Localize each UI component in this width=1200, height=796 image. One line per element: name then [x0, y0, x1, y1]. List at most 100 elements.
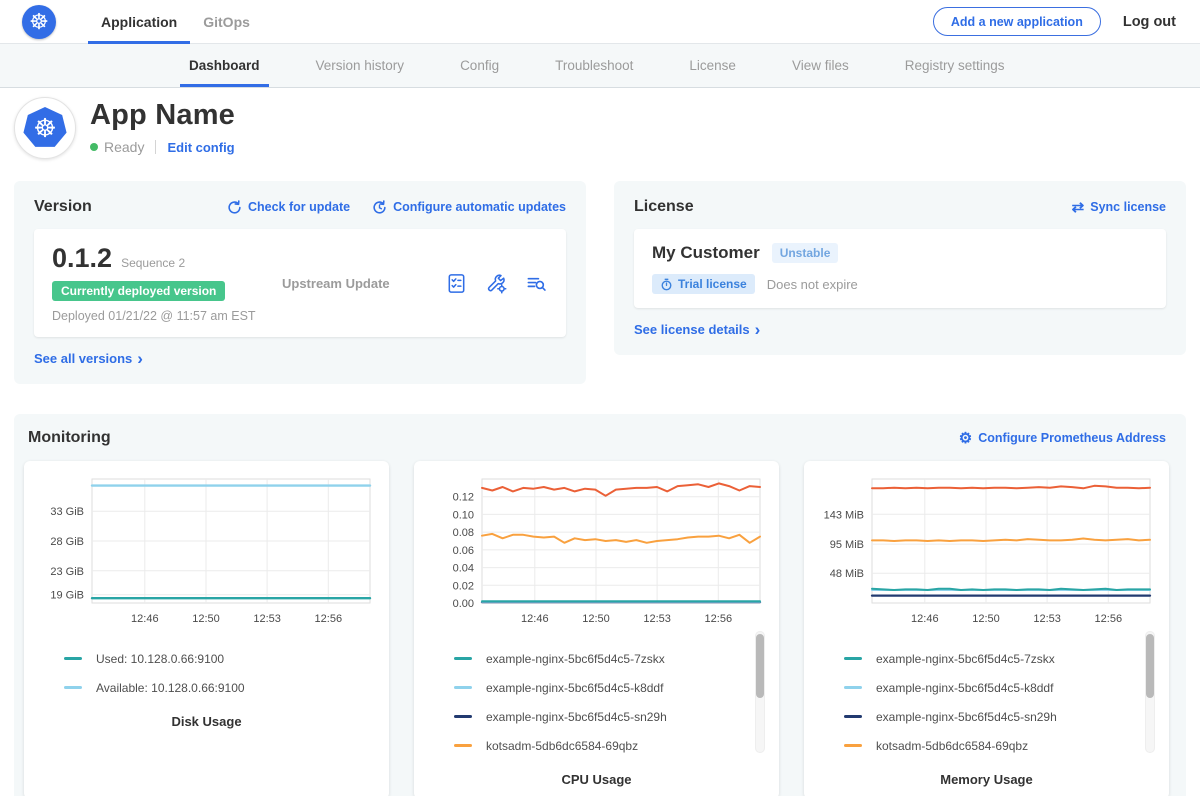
svg-text:12:53: 12:53 [1033, 613, 1061, 625]
legend-item: example-nginx-5bc6f5d4c5-k8ddf [844, 673, 1157, 702]
svg-text:12:56: 12:56 [1095, 613, 1123, 625]
legend-label: kotsadm-5db6dc6584-69qbz [876, 739, 1028, 753]
refresh-icon [227, 200, 242, 215]
file-search-icon[interactable] [525, 272, 548, 295]
legend-color-dash-icon [844, 744, 862, 747]
subnav-tab-registry-settings[interactable]: Registry settings [896, 44, 1014, 87]
svg-text:12:50: 12:50 [582, 613, 610, 625]
memory-usage-legend: example-nginx-5bc6f5d4c5-7zskxexample-ng… [844, 644, 1157, 760]
sync-license-link[interactable]: ⇄ Sync license [1072, 200, 1166, 215]
legend-color-dash-icon [454, 715, 472, 718]
topbar-right: Add a new application Log out [933, 0, 1176, 43]
trial-license-label: Trial license [678, 277, 747, 291]
chevron-right-icon: › [137, 350, 143, 367]
topbar-tab-application[interactable]: Application [88, 0, 190, 43]
svg-text:143 MiB: 143 MiB [824, 509, 864, 521]
svg-text:12:46: 12:46 [521, 613, 549, 625]
kubernetes-wheel-glyph: ☸ [33, 115, 56, 141]
cpu-usage-title: CPU Usage [426, 772, 767, 787]
see-all-versions-link[interactable]: See all versions › [34, 350, 143, 367]
see-license-details-link[interactable]: See license details › [634, 321, 760, 338]
current-version-row: 0.1.2 Sequence 2 Currently deployed vers… [34, 229, 566, 337]
svg-text:0.12: 0.12 [453, 492, 474, 504]
legend-color-dash-icon [844, 686, 862, 689]
license-expiry-text: Does not expire [767, 277, 858, 292]
subnav-tab-version-history[interactable]: Version history [307, 44, 414, 87]
svg-text:0.06: 0.06 [453, 545, 474, 557]
memory-usage-chart-card: 48 MiB95 MiB143 MiB12:4612:5012:5312:56e… [804, 461, 1169, 796]
disk-usage-legend: Used: 10.128.0.66:9100 Available: 10.128.… [64, 644, 377, 702]
charts-row: 19 GiB23 GiB28 GiB33 GiB12:4612:5012:531… [24, 461, 1176, 796]
configure-automatic-updates-link[interactable]: Configure automatic updates [372, 200, 566, 215]
legend-color-dash-icon [454, 657, 472, 660]
topbar-tabs: ApplicationGitOps [88, 0, 263, 43]
ready-status-dot-icon [90, 143, 98, 151]
logout-link[interactable]: Log out [1123, 14, 1176, 30]
svg-text:0.10: 0.10 [453, 509, 474, 521]
legend-label: example-nginx-5bc6f5d4c5-k8ddf [486, 681, 663, 695]
sync-license-label: Sync license [1090, 200, 1166, 214]
chart-plot: 48 MiB95 MiB143 MiB12:4612:5012:5312:56 [816, 471, 1157, 629]
legend-label: Available: 10.128.0.66:9100 [96, 681, 245, 695]
license-card: License ⇄ Sync license My Customer Unsta… [614, 181, 1186, 355]
cpu-usage-chart-card: 0.000.020.040.060.080.100.1212:4612:5012… [414, 461, 779, 796]
subnav-tab-troubleshoot[interactable]: Troubleshoot [546, 44, 642, 87]
see-all-versions-label: See all versions [34, 351, 132, 366]
legend-color-dash-icon [844, 715, 862, 718]
svg-text:48 MiB: 48 MiB [830, 568, 864, 580]
svg-text:19 GiB: 19 GiB [50, 590, 84, 602]
channel-badge: Unstable [772, 243, 839, 263]
version-card-title: Version [34, 198, 92, 216]
app-icon: ☸ [14, 97, 76, 159]
legend-scrollbar[interactable] [755, 631, 765, 753]
divider [155, 140, 156, 154]
trial-license-badge: Trial license [652, 274, 755, 294]
see-license-details-label: See license details [634, 322, 750, 337]
customer-name: My Customer [652, 243, 760, 263]
stopwatch-icon [660, 278, 673, 291]
app-header: ☸ App Name Ready Edit config [0, 88, 1200, 173]
legend-item: example-nginx-5bc6f5d4c5-k8ddf [454, 673, 767, 702]
clock-refresh-icon [372, 200, 387, 215]
config-wrench-icon[interactable] [485, 272, 508, 295]
subnav-tab-dashboard[interactable]: Dashboard [180, 44, 269, 87]
legend-label: example-nginx-5bc6f5d4c5-7zskx [486, 652, 665, 666]
topbar: ☸ ApplicationGitOps Add a new applicatio… [0, 0, 1200, 44]
subnav-tab-license[interactable]: License [680, 44, 745, 87]
kubernetes-logo-icon: ☸ [22, 5, 56, 39]
configure-prometheus-link[interactable]: ⚙ Configure Prometheus Address [959, 431, 1166, 446]
legend-scrollbar-thumb[interactable] [756, 634, 764, 698]
topbar-tab-gitops[interactable]: GitOps [190, 0, 263, 43]
svg-text:95 MiB: 95 MiB [830, 539, 864, 551]
add-application-button[interactable]: Add a new application [933, 7, 1101, 36]
currently-deployed-badge: Currently deployed version [52, 281, 225, 301]
svg-text:0.08: 0.08 [453, 527, 474, 539]
cpu-usage-legend: example-nginx-5bc6f5d4c5-7zskx example-ng… [454, 644, 767, 760]
subnav-tab-view-files[interactable]: View files [783, 44, 858, 87]
svg-text:12:53: 12:53 [643, 613, 671, 625]
version-card: Version Check for update [14, 181, 586, 384]
monitoring-card: Monitoring ⚙ Configure Prometheus Addres… [14, 414, 1186, 796]
edit-config-link[interactable]: Edit config [167, 140, 234, 155]
legend-color-dash-icon [454, 686, 472, 689]
svg-text:12:53: 12:53 [253, 613, 281, 625]
app-status-text: Ready [104, 139, 144, 155]
legend-scrollbar-thumb[interactable] [1146, 634, 1154, 698]
subnav-tab-config[interactable]: Config [451, 44, 508, 87]
configure-prometheus-label: Configure Prometheus Address [978, 431, 1166, 445]
kubernetes-app-icon: ☸ [23, 107, 67, 149]
check-for-update-link[interactable]: Check for update [227, 200, 350, 215]
monitoring-title: Monitoring [28, 429, 111, 447]
disk-usage-chart-card: 19 GiB23 GiB28 GiB33 GiB12:4612:5012:531… [24, 461, 389, 796]
svg-text:12:50: 12:50 [192, 613, 220, 625]
deployed-timestamp: Deployed 01/21/22 @ 11:57 am EST [52, 309, 282, 323]
preflight-checks-icon[interactable] [445, 272, 468, 295]
legend-label: Used: 10.128.0.66:9100 [96, 652, 224, 666]
legend-item: example-nginx-5bc6f5d4c5-sn29h [844, 702, 1157, 731]
legend-scrollbar[interactable] [1145, 631, 1155, 753]
chevron-right-icon: › [755, 321, 761, 338]
legend-color-dash-icon [64, 686, 82, 689]
legend-item: kotsadm-5db6dc6584-69qbz [454, 731, 767, 760]
legend-item: example-nginx-5bc6f5d4c5-sn29h [454, 702, 767, 731]
svg-text:0.02: 0.02 [453, 580, 474, 592]
